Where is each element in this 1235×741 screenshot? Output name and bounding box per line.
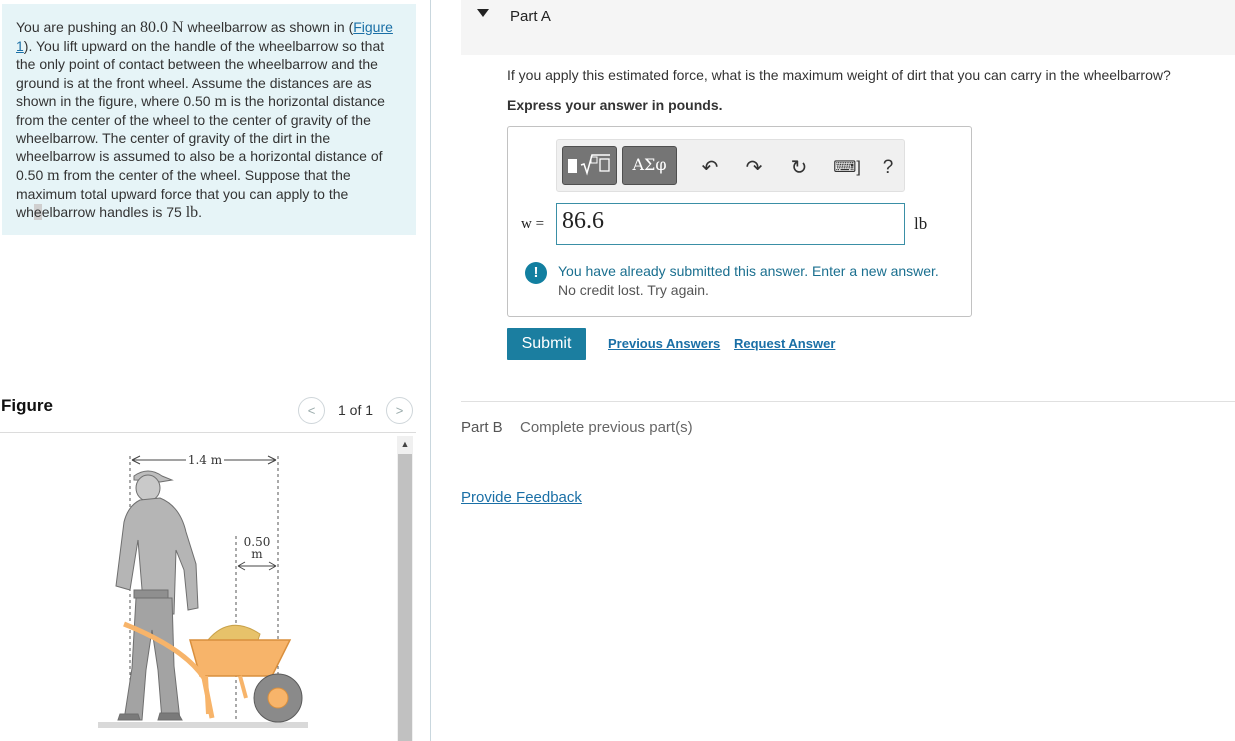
collapse-caret-icon[interactable] — [477, 9, 489, 17]
variable-label: w = — [521, 216, 545, 232]
feedback-hint: No credit lost. Try again. — [558, 282, 709, 298]
weight-unit: N — [172, 19, 184, 36]
provide-feedback-link[interactable]: Provide Feedback — [461, 489, 582, 506]
unit-m: m — [47, 166, 60, 184]
reset-icon[interactable]: ↻ — [787, 156, 811, 180]
figure-label: Figure — [1, 396, 53, 415]
submit-button[interactable]: Submit — [507, 328, 586, 360]
request-answer-link[interactable]: Request Answer — [734, 336, 835, 351]
part-a-title: Part A — [510, 8, 551, 25]
problem-text: You are pushing an — [16, 19, 141, 35]
section-divider — [461, 401, 1235, 402]
previous-answers-link[interactable]: Previous Answers — [608, 336, 720, 351]
problem-text: elbarrow handles is 75 — [41, 204, 186, 221]
alert-icon: ! — [525, 262, 547, 284]
undo-icon[interactable]: ↶ — [698, 156, 722, 180]
answer-input[interactable]: 86.6 — [556, 203, 905, 245]
dirt — [206, 624, 261, 641]
problem-text: wheelbarrow as shown in ( — [183, 19, 354, 35]
person — [115, 470, 199, 721]
unit-lb: lb — [185, 204, 199, 222]
scroll-up-arrow-icon[interactable]: ▲ — [397, 436, 413, 452]
problem-text: . — [198, 204, 203, 221]
dimension-long-label: 1.4 m — [188, 453, 223, 467]
keyboard-icon[interactable]: ⌨] — [830, 156, 864, 180]
instruction-text: Express your answer in pounds. — [507, 97, 723, 113]
unit-label: lb — [914, 214, 928, 233]
part-b-label: Part B — [461, 419, 503, 436]
figure-prev-button[interactable]: < — [298, 397, 325, 424]
templates-icon — [568, 154, 610, 176]
figure-divider — [0, 432, 416, 433]
problem-statement: You are pushing an 80.0 N wheelbarrow as… — [2, 4, 416, 235]
wheelbarrow — [123, 621, 303, 723]
redo-icon[interactable]: ↷ — [742, 156, 766, 180]
dimension-short-unit: m — [251, 547, 263, 561]
wheelbarrow-tray — [189, 639, 292, 677]
figure-next-button[interactable]: > — [386, 397, 413, 424]
part-b-status: Complete previous part(s) — [520, 419, 693, 436]
feedback-message: You have already submitted this answer. … — [558, 263, 939, 279]
text-cursor-highlight: e — [33, 204, 42, 221]
scrollbar-thumb[interactable] — [398, 454, 412, 741]
help-button[interactable]: ? — [876, 156, 900, 180]
wheel-hub — [267, 687, 289, 709]
weight-value: 80.0 — [140, 19, 173, 36]
wheelbarrow-figure: 1.4 m 0.50 m — [98, 453, 308, 728]
column-divider — [430, 0, 431, 741]
figure-count: 1 of 1 — [338, 402, 374, 418]
question-text: If you apply this estimated force, what … — [507, 67, 1171, 83]
ground — [98, 722, 308, 728]
greek-symbols-button[interactable]: ΑΣφ — [622, 146, 677, 185]
templates-button[interactable] — [562, 146, 617, 185]
part-a-header[interactable] — [461, 0, 1235, 55]
unit-m: m — [214, 92, 227, 110]
